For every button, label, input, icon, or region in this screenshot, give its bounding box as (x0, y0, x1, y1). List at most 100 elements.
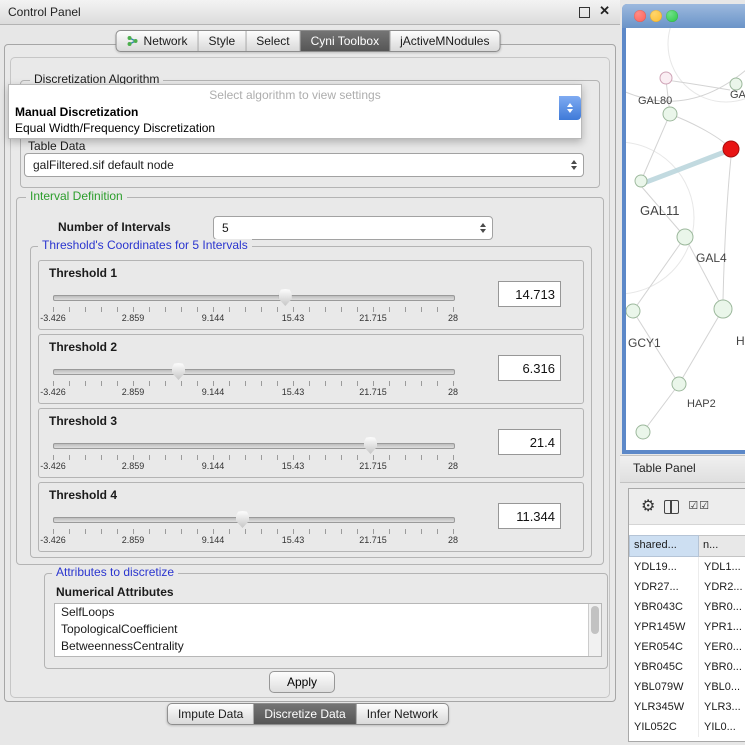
tab-impute-data-label: Impute Data (178, 707, 243, 721)
threshold-3-value-field[interactable] (498, 429, 561, 455)
selected-network-node[interactable] (723, 141, 739, 157)
threshold-2-slider-thumb[interactable] (172, 363, 185, 380)
cell[interactable]: YBR043C (629, 597, 699, 617)
cell[interactable]: YBR045C (629, 657, 699, 677)
tick-label: 21.715 (359, 387, 387, 397)
table-data-combobox[interactable]: galFiltered.sif default node (24, 153, 584, 177)
cell[interactable]: YDL19... (629, 557, 699, 577)
network-node[interactable] (672, 377, 686, 391)
tab-select[interactable]: Select (246, 31, 300, 51)
cell[interactable]: YLR345W (629, 697, 699, 717)
numerical-attributes-label: Numerical Attributes (56, 585, 174, 599)
cell[interactable]: YPR1... (699, 617, 745, 637)
algorithm-option-equal-width[interactable]: Equal Width/Frequency Discretization (15, 121, 215, 135)
threshold-2-slider[interactable] (53, 369, 455, 375)
cell[interactable]: YDR2... (699, 577, 745, 597)
tab-impute-data[interactable]: Impute Data (168, 704, 254, 724)
mac-minimize-button[interactable] (650, 10, 662, 22)
threshold-1-slider[interactable] (53, 295, 455, 301)
tick-label: 9.144 (202, 387, 225, 397)
cell[interactable]: YBL079W (629, 677, 699, 697)
float-window-icon[interactable] (579, 7, 590, 18)
cell[interactable]: YER054C (629, 637, 699, 657)
bottom-tab-bar: Impute Data Discretize Data Infer Networ… (167, 703, 449, 725)
table-row[interactable]: YER054CYER0... (629, 637, 745, 657)
tick-label: -3.426 (40, 313, 66, 323)
threshold-4-slider[interactable] (53, 517, 455, 523)
tab-network[interactable]: Network (117, 31, 199, 51)
list-scrollbar[interactable] (588, 604, 601, 656)
node-label: GA (730, 89, 745, 101)
network-icon (127, 35, 139, 47)
list-item[interactable]: BetweennessCentrality (55, 638, 601, 655)
threshold-3-panel: Threshold 3 -3.4262.8599.14415.4321.7152… (38, 408, 584, 478)
mac-close-button[interactable] (634, 10, 646, 22)
threshold-4-value-field[interactable] (498, 503, 561, 529)
table-row[interactable]: YPR145WYPR1... (629, 617, 745, 637)
cell[interactable]: YLR3... (699, 697, 745, 717)
threshold-1-value-field[interactable] (498, 281, 561, 307)
table-row[interactable]: YDR27...YDR2... (629, 577, 745, 597)
threshold-3-label: Threshold 3 (49, 414, 117, 428)
list-item[interactable]: TopologicalCoefficient (55, 621, 601, 638)
attributes-group-title: Attributes to discretize (52, 566, 178, 579)
mac-zoom-button[interactable] (666, 10, 678, 22)
network-node[interactable] (714, 300, 732, 318)
network-node[interactable] (626, 304, 640, 318)
scrollbar-thumb[interactable] (591, 606, 599, 634)
threshold-3-slider[interactable] (53, 443, 455, 449)
cell[interactable]: YBR0... (699, 657, 745, 677)
column-header-shared-name[interactable]: shared... (629, 535, 699, 557)
column-header-name[interactable]: n... (699, 535, 745, 557)
tab-cyni-toolbox[interactable]: Cyni Toolbox (301, 31, 390, 51)
threshold-2-value-field[interactable] (498, 355, 561, 381)
combo-stepper-icon[interactable] (559, 96, 581, 120)
tick-label: -3.426 (40, 387, 66, 397)
threshold-4-slider-thumb[interactable] (236, 511, 249, 528)
select-columns-icon[interactable]: ☑☑ (688, 501, 710, 512)
list-item[interactable]: SelfLoops (55, 604, 601, 621)
table-toolbar: ⚙ ☑☑ (629, 489, 745, 525)
network-node[interactable] (663, 107, 677, 121)
table-row[interactable]: YBR043CYBR0... (629, 597, 745, 617)
network-node[interactable] (636, 425, 650, 439)
gear-icon[interactable]: ⚙ (641, 499, 655, 515)
cell[interactable]: YER0... (699, 637, 745, 657)
cell[interactable]: YBL0... (699, 677, 745, 697)
network-canvas[interactable]: GAL80 GA GAL11 GAL4 GCY1 H HAP2 (626, 28, 745, 450)
control-panel-titlebar: Control Panel ✕ (0, 0, 620, 25)
threshold-2-panel: Threshold 2 -3.4262.8599.14415.4321.7152… (38, 334, 584, 404)
cell[interactable]: YDL1... (699, 557, 745, 577)
tab-style[interactable]: Style (199, 31, 247, 51)
number-of-intervals-combobox[interactable]: 5 (213, 216, 493, 240)
cell[interactable]: YIL052C (629, 717, 699, 737)
cell[interactable]: YPR145W (629, 617, 699, 637)
apply-button[interactable]: Apply (269, 671, 335, 693)
threshold-3-slider-thumb[interactable] (364, 437, 377, 454)
tick-label: 9.144 (202, 461, 225, 471)
tab-infer-network-label: Infer Network (367, 707, 438, 721)
tab-jactivemnodules[interactable]: jActiveMNodules (390, 31, 499, 51)
tick-marks (53, 307, 454, 312)
tab-infer-network[interactable]: Infer Network (357, 704, 448, 724)
table-row[interactable]: YIL052CYIL0... (629, 717, 745, 737)
cell[interactable]: YBR0... (699, 597, 745, 617)
tick-label: 9.144 (202, 313, 225, 323)
network-node[interactable] (635, 175, 647, 187)
close-icon[interactable]: ✕ (599, 3, 610, 19)
algorithm-option-manual[interactable]: Manual Discretization (15, 105, 138, 119)
tick-label: 21.715 (359, 535, 387, 545)
cell[interactable]: YIL0... (699, 717, 745, 737)
network-node[interactable] (660, 72, 672, 84)
table-row[interactable]: YLR345WYLR3... (629, 697, 745, 717)
tab-discretize-data[interactable]: Discretize Data (254, 704, 356, 724)
table-row[interactable]: YBL079WYBL0... (629, 677, 745, 697)
network-window-titlebar[interactable] (622, 4, 745, 28)
threshold-1-slider-thumb[interactable] (279, 289, 292, 306)
table-row[interactable]: YBR045CYBR0... (629, 657, 745, 677)
table-panel-header: Table Panel (620, 455, 745, 483)
columns-icon[interactable] (664, 500, 679, 514)
table-row[interactable]: YDL19...YDL1... (629, 557, 745, 577)
network-node[interactable] (677, 229, 693, 245)
cell[interactable]: YDR27... (629, 577, 699, 597)
